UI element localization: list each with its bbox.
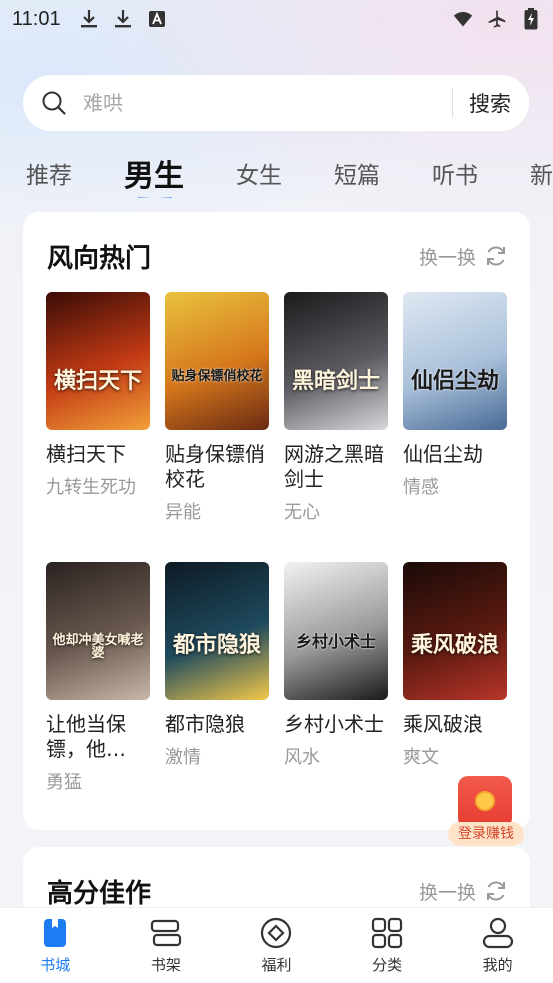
text-a-icon bbox=[147, 9, 167, 29]
nav-label: 书城 bbox=[40, 956, 71, 974]
cover-title: 都市隐狼 bbox=[172, 632, 261, 658]
login-earn-button[interactable]: 登录赚钱 bbox=[448, 776, 524, 846]
airplane-icon bbox=[487, 9, 507, 29]
cover-title: 贴身保镖俏校花 bbox=[171, 369, 263, 384]
book-cover[interactable]: 他却冲美女喊老婆 bbox=[46, 562, 150, 700]
book-item[interactable]: 贴身保镖俏校花 贴身保镖俏校花 异能 bbox=[165, 292, 269, 524]
nav-label: 分类 bbox=[372, 956, 403, 974]
book-cover[interactable]: 都市隐狼 bbox=[165, 562, 269, 700]
book-title[interactable]: 贴身保镖俏校花 bbox=[165, 442, 269, 492]
cover-title: 他却冲美女喊老婆 bbox=[52, 633, 144, 661]
section-title: 高分佳作 bbox=[47, 878, 152, 909]
book-tag: 情感 bbox=[403, 477, 439, 498]
cover-title: 黑暗剑士 bbox=[291, 368, 380, 394]
cover-title: 乘风破浪 bbox=[410, 632, 499, 658]
nav-category[interactable]: 分类 bbox=[332, 916, 442, 975]
category-icon bbox=[370, 916, 404, 950]
download-icon bbox=[113, 9, 133, 29]
book-cover[interactable]: 黑暗剑士 bbox=[284, 292, 388, 430]
book-tag: 风水 bbox=[284, 747, 320, 768]
nav-label: 书架 bbox=[150, 956, 181, 974]
book-tag: 无心 bbox=[284, 502, 320, 523]
book-cover[interactable]: 贴身保镖俏校花 bbox=[165, 292, 269, 430]
coin-icon bbox=[475, 791, 495, 811]
bookstore-icon bbox=[38, 916, 72, 950]
welfare-icon bbox=[259, 916, 293, 950]
cover-title: 乡村小术士 bbox=[295, 632, 376, 651]
cover-title: 横扫天下 bbox=[53, 368, 142, 394]
book-tag: 九转生死功 bbox=[46, 477, 136, 498]
tab-short[interactable]: 短篇 bbox=[334, 156, 380, 190]
book-title[interactable]: 横扫天下 bbox=[46, 442, 150, 467]
book-title[interactable]: 乡村小术士 bbox=[284, 712, 388, 737]
search-bar: 搜索 bbox=[23, 75, 529, 131]
book-title[interactable]: 乘风破浪 bbox=[403, 712, 507, 737]
refresh-icon bbox=[484, 244, 508, 268]
book-item[interactable]: 仙侣尘劫 仙侣尘劫 情感 bbox=[403, 292, 507, 499]
book-title[interactable]: 网游之黑暗剑士 bbox=[284, 442, 388, 492]
book-cover[interactable]: 仙侣尘劫 bbox=[403, 292, 507, 430]
book-item[interactable]: 黑暗剑士网游之黑暗剑士无心 bbox=[284, 292, 388, 524]
tab-male[interactable]: 男生 bbox=[124, 151, 184, 195]
search-icon[interactable] bbox=[41, 90, 67, 116]
tab-female[interactable]: 女生 bbox=[236, 156, 282, 190]
refresh-icon bbox=[484, 879, 508, 903]
book-cover[interactable]: 乘风破浪 bbox=[403, 562, 507, 700]
wifi-icon bbox=[453, 9, 473, 29]
book-tag: 勇猛 bbox=[46, 772, 82, 793]
nav-label: 我的 bbox=[482, 956, 513, 974]
book-tag: 爽文 bbox=[403, 747, 439, 768]
book-cover[interactable]: 横扫天下 bbox=[46, 292, 150, 430]
book-item[interactable]: 横扫天下 横扫天下 九转生死功 bbox=[46, 292, 150, 499]
profile-icon bbox=[481, 916, 515, 950]
refresh-label: 换一换 bbox=[418, 881, 476, 904]
section-title: 风向热门 bbox=[47, 243, 152, 274]
nav-bookshelf[interactable]: 书架 bbox=[111, 916, 221, 975]
search-input[interactable] bbox=[83, 91, 436, 115]
status-time: 11:01 bbox=[12, 7, 61, 30]
bottom-nav: 书城 书架 福利 分类 我的 bbox=[0, 907, 553, 983]
search-button[interactable]: 搜索 bbox=[469, 88, 511, 118]
book-cover[interactable]: 乡村小术士 bbox=[284, 562, 388, 700]
nav-label: 福利 bbox=[261, 956, 292, 974]
book-tag: 异能 bbox=[165, 502, 201, 523]
tab-audio[interactable]: 听书 bbox=[432, 156, 478, 190]
book-title[interactable]: 都市隐狼 bbox=[165, 712, 269, 737]
download-icon bbox=[79, 9, 99, 29]
category-tabs: 推荐 男生 女生 短篇 听书 新 bbox=[0, 148, 553, 198]
nav-bookstore[interactable]: 书城 bbox=[0, 916, 110, 975]
refresh-button[interactable]: 换一换 bbox=[419, 243, 508, 270]
tab-recommend[interactable]: 推荐 bbox=[26, 156, 72, 190]
login-earn-label: 登录赚钱 bbox=[448, 822, 524, 846]
nav-welfare[interactable]: 福利 bbox=[221, 916, 331, 975]
battery-charging-icon bbox=[521, 8, 541, 30]
book-tag: 激情 bbox=[165, 747, 201, 768]
nav-profile[interactable]: 我的 bbox=[443, 916, 553, 975]
book-item[interactable]: 他却冲美女喊老婆让他当保镖，他… 勇猛 bbox=[46, 562, 150, 794]
refresh-label: 换一换 bbox=[418, 246, 476, 269]
search-divider bbox=[452, 89, 453, 117]
book-item[interactable]: 都市隐狼 都市隐狼 激情 bbox=[165, 562, 269, 769]
book-item[interactable]: 乡村小术士 乡村小术士 风水 bbox=[284, 562, 388, 769]
refresh-button[interactable]: 换一换 bbox=[419, 878, 508, 905]
cover-title: 仙侣尘劫 bbox=[410, 368, 499, 394]
section-header: 高分佳作 换一换 bbox=[47, 873, 508, 909]
book-title[interactable]: 让他当保镖，他… bbox=[46, 712, 150, 762]
trending-section: 风向热门 换一换 横扫天下 横扫天下 九转生死功 贴身保镖俏校花 贴身保镖俏校花 异能 黑暗… bbox=[23, 212, 530, 830]
book-title[interactable]: 仙侣尘劫 bbox=[403, 442, 507, 467]
tab-new[interactable]: 新 bbox=[530, 156, 553, 190]
bookshelf-icon bbox=[149, 916, 183, 950]
book-item[interactable]: 乘风破浪 乘风破浪 爽文 bbox=[403, 562, 507, 769]
status-bar: 11:01 bbox=[0, 0, 553, 38]
section-header: 风向热门 换一换 bbox=[47, 238, 508, 274]
